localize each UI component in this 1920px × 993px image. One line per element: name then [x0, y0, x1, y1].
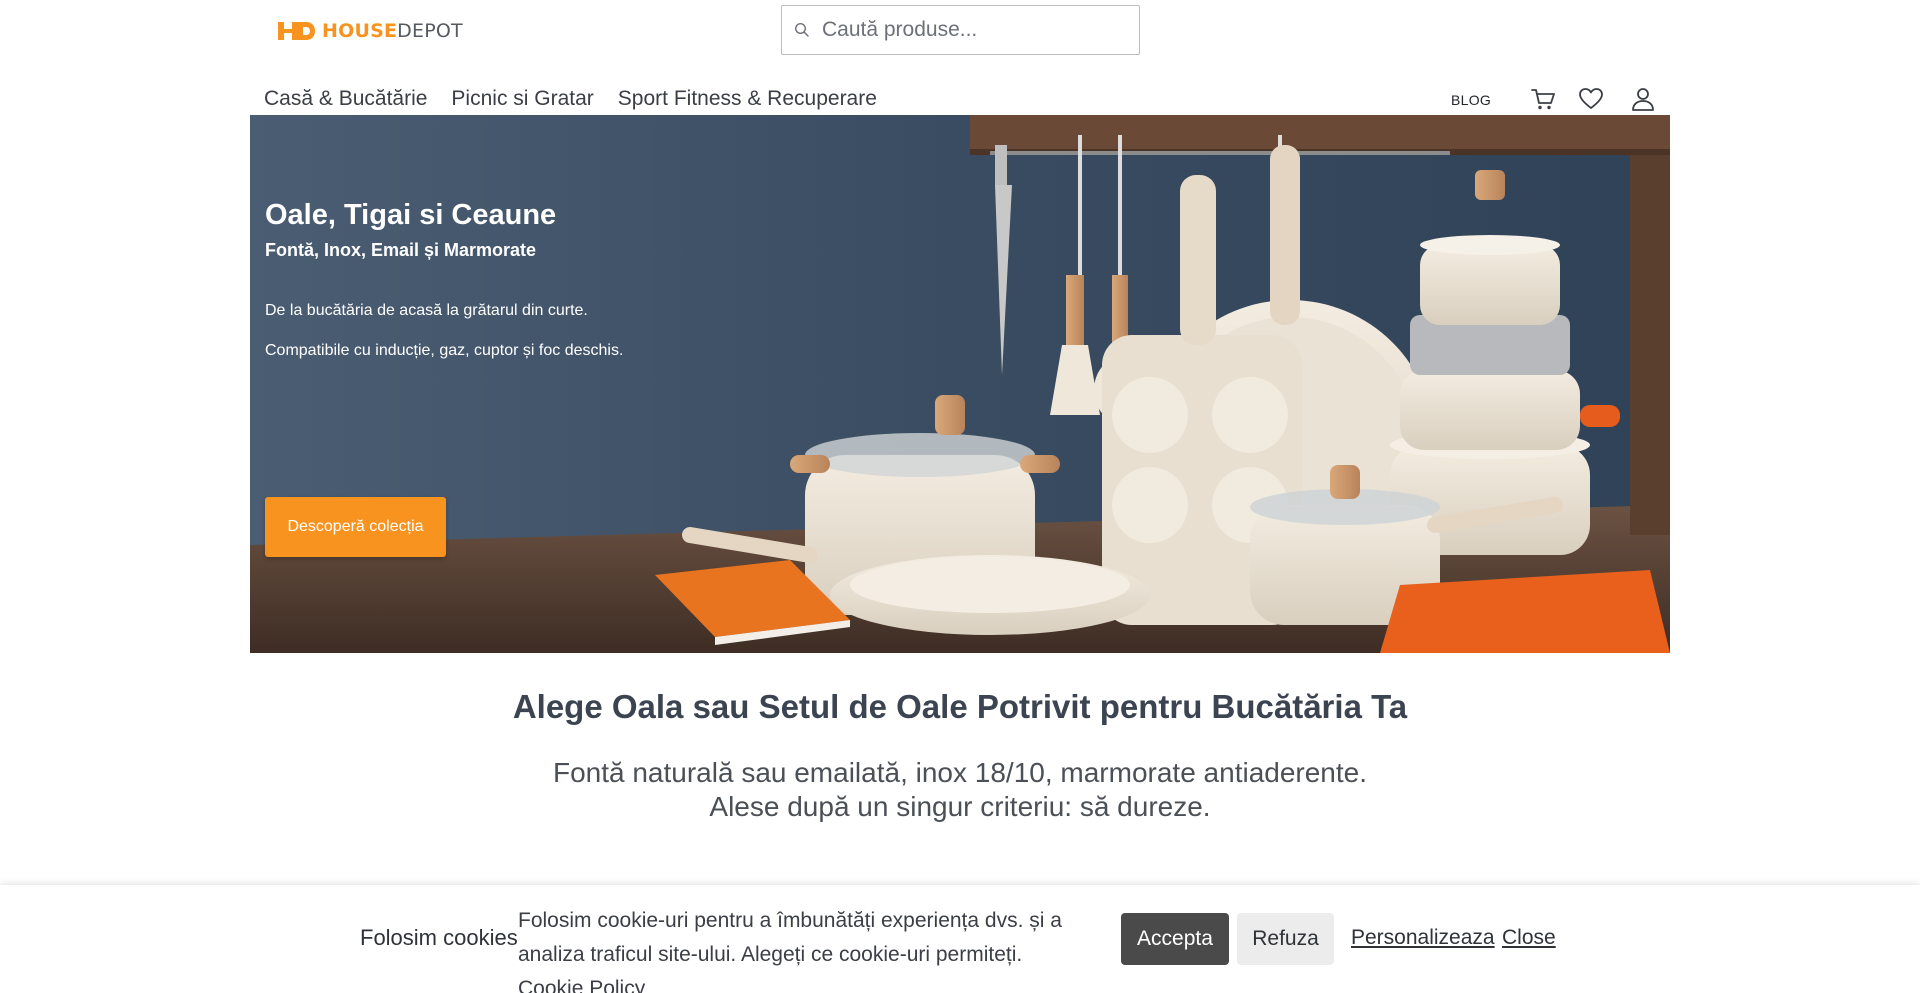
cookie-message: Folosim cookie-uri pentru a îmbunătăți e…: [518, 909, 1062, 966]
search-input[interactable]: [822, 18, 1122, 42]
search-icon: [794, 22, 809, 37]
site-logo[interactable]: HOUSEDEPOT: [276, 20, 463, 42]
nav-item-casa-bucatarie[interactable]: Casă & Bucătărie: [264, 86, 439, 112]
heart-icon[interactable]: [1578, 86, 1604, 112]
discover-collection-button[interactable]: Descoperă colecția: [265, 497, 446, 557]
cookie-text: Folosim cookie-uri pentru a îmbunătăți e…: [518, 904, 1078, 993]
customize-cookies-link[interactable]: Personalizeaza: [1351, 926, 1495, 950]
cookie-policy-link[interactable]: Cookie Policy: [518, 977, 645, 993]
nav-item-picnic-gratar[interactable]: Picnic si Gratar: [439, 86, 605, 112]
cookie-title: Folosim cookies: [360, 925, 518, 950]
hero-title: Oale, Tigai si Ceaune: [265, 199, 557, 231]
cookie-banner: Folosim cookies Folosim cookie-uri pentr…: [0, 885, 1920, 993]
logo-text: HOUSEDEPOT: [322, 20, 463, 42]
hero-line-2: Compatibile cu inducție, gaz, cuptor și …: [265, 342, 624, 359]
section-desc-line-2: Alese după un singur criteriu: să dureze…: [709, 791, 1211, 822]
logo-house: HOUSE: [322, 20, 398, 42]
logo-depot: DEPOT: [397, 20, 463, 42]
section-title: Alege Oala sau Setul de Oale Potrivit pe…: [512, 688, 1408, 725]
hero-subtitle: Fontă, Inox, Email și Marmorate: [265, 240, 537, 260]
accept-cookies-button[interactable]: Accepta: [1121, 913, 1229, 965]
user-icon[interactable]: [1630, 86, 1656, 112]
close-cookie-banner-link[interactable]: Close: [1502, 926, 1556, 950]
hero-line-1: De la bucătăria de acasă la grătarul din…: [265, 302, 588, 319]
cart-icon[interactable]: [1530, 86, 1556, 112]
blog-link[interactable]: BLOG: [1451, 92, 1491, 108]
section-desc-line-1: Fontă naturală sau emailată, inox 18/10,…: [552, 757, 1368, 788]
site-header: HOUSEDEPOT Casă & Bucătărie Picnic si Gr…: [0, 0, 1920, 115]
logo-mark-icon: [278, 22, 315, 40]
refuse-cookies-button[interactable]: Refuza: [1237, 913, 1334, 965]
section-description: Fontă naturală sau emailată, inox 18/10,…: [0, 756, 1920, 824]
search-box[interactable]: [781, 5, 1140, 55]
hero-cookware-image: [250, 115, 1670, 653]
nav-item-sport-fitness[interactable]: Sport Fitness & Recuperare: [606, 86, 889, 112]
hero-banner: Oale, Tigai si Ceaune Fontă, Inox, Email…: [250, 115, 1670, 653]
main-nav: Casă & Bucătărie Picnic si Gratar Sport …: [264, 86, 889, 112]
